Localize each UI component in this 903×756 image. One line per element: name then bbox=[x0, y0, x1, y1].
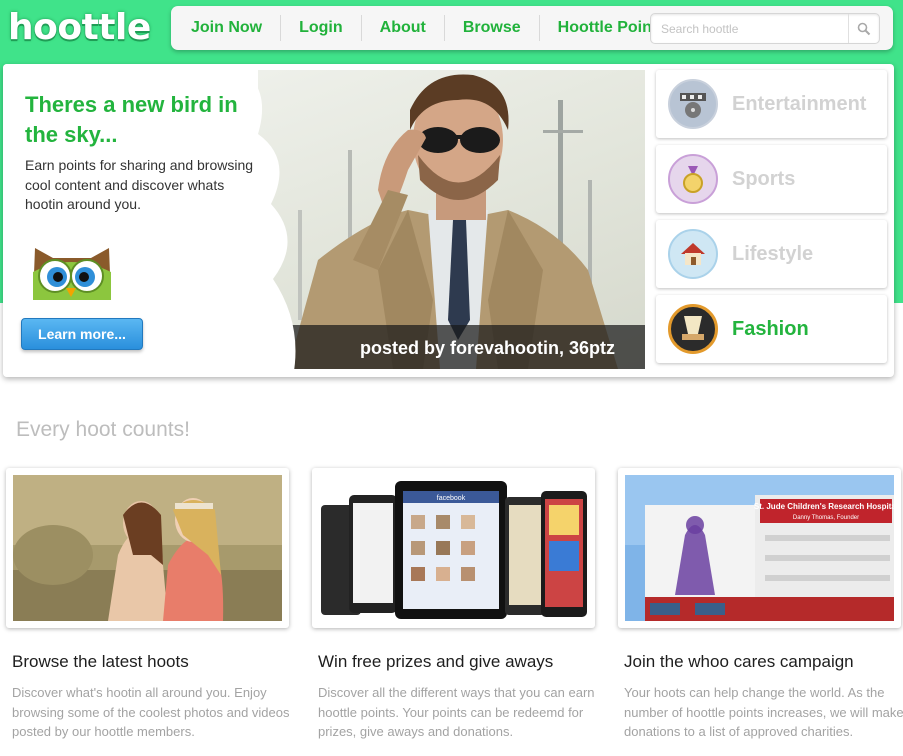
nav-browse[interactable]: Browse bbox=[445, 15, 540, 41]
nav-join-now[interactable]: Join Now bbox=[171, 15, 282, 41]
hero-photo-caption: posted by forevahootin, 36ptz bbox=[359, 338, 615, 358]
nav-login[interactable]: Login bbox=[281, 15, 362, 41]
hero-title: Theres a new bird in the sky... bbox=[25, 92, 238, 147]
feature-image-frame[interactable] bbox=[6, 468, 289, 628]
feature-title: Browse the latest hoots bbox=[12, 652, 189, 671]
film-reel-icon bbox=[668, 79, 718, 129]
search-button[interactable] bbox=[848, 14, 879, 43]
hoottle-logo[interactable]: hoottle bbox=[8, 8, 151, 48]
feature-prizes: facebook Win free prizes and give aways … bbox=[312, 468, 595, 739]
section-heading: Every hoot counts! bbox=[16, 418, 190, 441]
spotlight-stage-icon bbox=[668, 304, 718, 354]
category-label: Lifestyle bbox=[732, 242, 814, 265]
category-sports[interactable]: Sports bbox=[656, 145, 887, 213]
nav-about[interactable]: About bbox=[362, 15, 445, 41]
feature-image-frame[interactable]: St. Jude Children's Research Hospital Da… bbox=[618, 468, 901, 628]
category-entertainment[interactable]: Entertainment bbox=[656, 70, 887, 138]
feature-title: Win free prizes and give aways bbox=[318, 652, 554, 671]
category-label: Fashion bbox=[732, 317, 809, 340]
category-fashion[interactable]: Fashion bbox=[656, 295, 887, 363]
search-input[interactable] bbox=[651, 14, 847, 43]
hero-description: Earn points for sharing and browsing coo… bbox=[25, 157, 254, 212]
hero-photo[interactable]: posted by forevahootin, 36ptz bbox=[258, 70, 645, 369]
search-box bbox=[650, 13, 880, 44]
feature-description: Discover all the different ways that you… bbox=[318, 685, 595, 739]
learn-more-button[interactable]: Learn more... bbox=[21, 318, 143, 350]
feature-browse: Browse the latest hoots Discover what's … bbox=[6, 468, 290, 739]
category-lifestyle[interactable]: Lifestyle bbox=[656, 220, 887, 288]
category-label: Entertainment bbox=[732, 92, 867, 115]
tablet-app-name: facebook bbox=[437, 495, 466, 502]
hero-banner: posted by forevahootin, 36ptz Theres a n… bbox=[3, 64, 894, 377]
feature-description: Your hoots can help change the world. As… bbox=[624, 685, 903, 739]
feature-description: Discover what's hootin all around you. E… bbox=[12, 685, 290, 739]
feature-image-hospital: St. Jude Children's Research Hospital Da… bbox=[625, 475, 894, 621]
feature-charity: St. Jude Children's Research Hospital Da… bbox=[618, 468, 903, 739]
hospital-sign-subtext: Danny Thomas, Founder bbox=[793, 515, 859, 521]
magnifier-icon bbox=[857, 22, 871, 35]
feature-title: Join the whoo cares campaign bbox=[624, 652, 854, 671]
hero-text-panel: Theres a new bird in the sky... Earn poi… bbox=[3, 64, 296, 377]
feature-image-tablets: facebook bbox=[319, 475, 588, 621]
house-icon bbox=[668, 229, 718, 279]
medal-icon bbox=[668, 154, 718, 204]
hospital-sign-text: St. Jude Children's Research Hospital bbox=[754, 502, 894, 511]
category-label: Sports bbox=[732, 167, 796, 190]
owl-mascot-icon bbox=[33, 248, 139, 300]
top-navigation: Join Now Login About Browse Hoottle Poin… bbox=[171, 6, 893, 50]
feature-image-girls bbox=[13, 475, 282, 621]
feature-image-frame[interactable]: facebook bbox=[312, 468, 595, 628]
